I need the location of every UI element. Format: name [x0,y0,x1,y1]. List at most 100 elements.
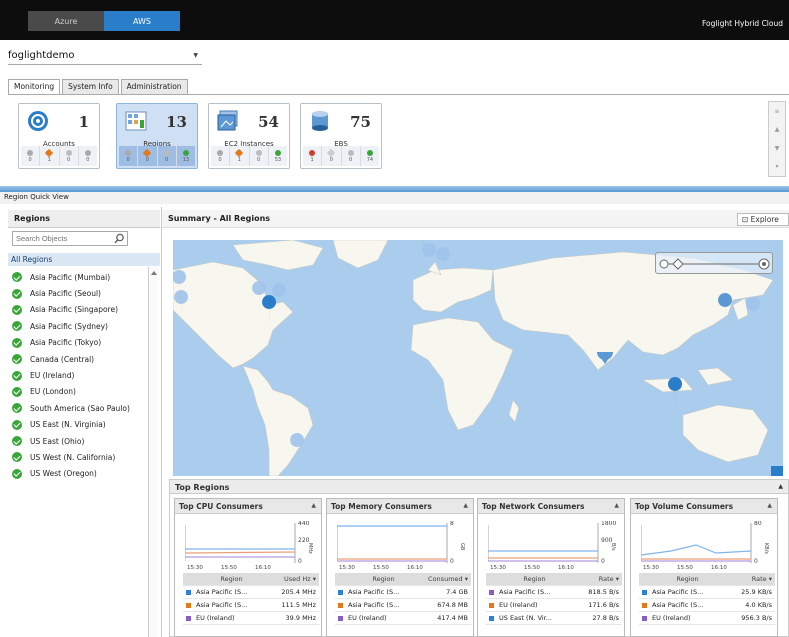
region-list-item[interactable]: Canada (Central) [10,351,150,367]
map-marker[interactable] [668,377,683,409]
map-marker[interactable] [746,297,761,329]
col-region[interactable]: Region [193,575,267,583]
table-row[interactable]: Asia Pacific (S... 25.9 KB/s [639,586,775,599]
unknown-icon [125,149,132,156]
col-value[interactable]: Used Hz ▾ [267,575,319,583]
check-circle-icon [12,468,22,479]
table-row[interactable]: EU (Ireland) 956.3 B/s [639,612,775,625]
time-tick-label: 15:50 [524,565,540,569]
map-zoom-slider[interactable] [655,252,773,274]
table-row[interactable]: Asia Pacific (S... 818.5 B/s [486,586,622,599]
status-normal[interactable]: 13 [177,146,195,166]
table-row[interactable]: US East (N. Vir... 27.8 B/s [486,612,622,625]
chevron-up-icon[interactable]: ▲ [767,502,772,509]
tile-ebs[interactable]: 75 EBS 1 0 0 74 [300,103,382,169]
chevron-up-icon[interactable]: ▲ [463,502,468,509]
tab-administration[interactable]: Administration [120,79,188,94]
status-normal[interactable]: 53 [269,146,287,166]
world-map[interactable] [173,240,783,476]
col-region[interactable]: Region [649,575,723,583]
region-list-item[interactable]: Asia Pacific (Tokyo) [10,335,150,351]
status-critical[interactable]: 1 [230,146,250,166]
series-swatch [641,615,647,621]
status-critical[interactable]: 0 [322,146,342,166]
chevron-up-icon[interactable]: ▲ [311,502,316,509]
status-unknown[interactable]: 0 [21,146,41,166]
col-value[interactable]: Consumed ▾ [419,575,471,583]
tab-system-info[interactable]: System Info [62,79,119,94]
row-value: 417.4 MB [437,614,468,622]
status-critical[interactable]: 1 [40,146,60,166]
table-header: Region Rate ▾ [639,573,775,586]
scroll-up-icon[interactable] [151,271,157,275]
check-circle-icon [12,321,22,332]
region-list-item[interactable]: EU (London) [10,384,150,400]
series-swatch [337,589,343,595]
region-list-item[interactable]: Asia Pacific (Mumbai) [10,269,150,285]
status-unknown[interactable]: 0 [119,146,139,166]
list-view-icon[interactable]: ≡ [774,108,779,115]
col-region[interactable]: Region [345,575,419,583]
col-value[interactable]: Rate ▾ [570,575,622,583]
card-title: Top Volume Consumers ▲ [631,499,777,514]
table-row[interactable]: Asia Pacific (S... 7.4 GB [335,586,471,599]
table-row[interactable]: Asia Pacific (S... 674.8 MB [335,599,471,612]
region-list-item[interactable]: US West (N. California) [10,449,150,465]
table-row[interactable]: Asia Pacific (S... 111.5 MHz [183,599,319,612]
summary-tiles-panel: 1 Accounts 0 1 0 0 13 Regions 0 0 0 13 5… [8,94,789,186]
region-list-item[interactable]: Asia Pacific (Singapore) [10,302,150,318]
region-list-item[interactable]: US West (Oregon) [10,466,150,482]
chevron-up-icon[interactable]: ▲ [778,483,783,490]
account-select[interactable]: foglightdemo ▼ [8,46,202,65]
chevron-up-icon[interactable]: ▲ [775,126,780,133]
status-warning[interactable]: 0 [342,146,361,166]
search-icon[interactable] [114,233,125,244]
region-name: Asia Pacific (Seoul) [30,289,101,299]
region-name: EU (Ireland) [30,371,75,381]
tab-aws[interactable]: AWS [104,11,180,31]
sparkline-chart: 18009000B/s15:30 15:50 16:10 [488,521,616,569]
table-header: Region Used Hz ▾ [183,573,319,586]
region-name: US East (Ohio) [30,436,85,446]
chevron-up-icon[interactable]: ▲ [614,502,619,509]
time-tick-label: 16:10 [407,565,423,569]
status-unknown[interactable]: 1 [303,146,323,166]
table-row[interactable]: Asia Pacific (S... 4.0 KB/s [639,599,775,612]
status-warning[interactable]: 0 [60,146,79,166]
tile-count: 54 [258,113,279,131]
region-list-item[interactable]: Asia Pacific (Sydney) [10,318,150,334]
table-row[interactable]: EU (Ireland) 171.6 B/s [486,599,622,612]
region-list-scrollbar[interactable] [148,267,158,637]
collapse-icon[interactable]: ▾ [775,163,778,170]
status-warning[interactable]: 0 [158,146,177,166]
table-row[interactable]: Asia Pacific (S... 205.4 MHz [183,586,319,599]
tab-azure[interactable]: Azure [28,11,104,31]
critical-icon [143,148,152,157]
status-unknown[interactable]: 0 [211,146,231,166]
region-list-item[interactable]: US East (N. Virginia) [10,417,150,433]
tab-monitoring[interactable]: Monitoring [8,79,61,94]
explore-button[interactable]: ⊡ Explore [737,213,789,226]
tile-regions[interactable]: 13 Regions 0 0 0 13 [116,103,198,169]
chevron-down-icon[interactable]: ▼ [775,145,780,152]
pane-divider[interactable] [161,207,162,637]
table-row[interactable]: EU (Ireland) 417.4 MB [335,612,471,625]
region-list-item[interactable]: Asia Pacific (Seoul) [10,285,150,301]
map-corner-marker [771,466,783,476]
status-normal[interactable]: 0 [79,146,97,166]
tile-accounts[interactable]: 1 Accounts 0 1 0 0 [18,103,100,169]
region-list-item[interactable]: US East (Ohio) [10,433,150,449]
region-list-item[interactable]: South America (Sao Paulo) [10,400,150,416]
status-critical[interactable]: 0 [138,146,158,166]
all-regions-item[interactable]: All Regions [8,253,160,266]
tile-ec2-instances[interactable]: 54 EC2 Instances 0 1 0 53 [208,103,290,169]
region-list-item[interactable]: EU (Ireland) [10,367,150,383]
status-warning[interactable]: 0 [250,146,269,166]
axis-unit-label: GB [459,543,465,551]
table-row[interactable]: EU (Ireland) 39.9 MHz [183,612,319,625]
col-region[interactable]: Region [496,575,570,583]
col-value[interactable]: Rate ▾ [723,575,775,583]
status-normal[interactable]: 74 [361,146,379,166]
region-name: South America (Sao Paulo) [30,403,130,413]
search-input[interactable] [12,231,128,246]
